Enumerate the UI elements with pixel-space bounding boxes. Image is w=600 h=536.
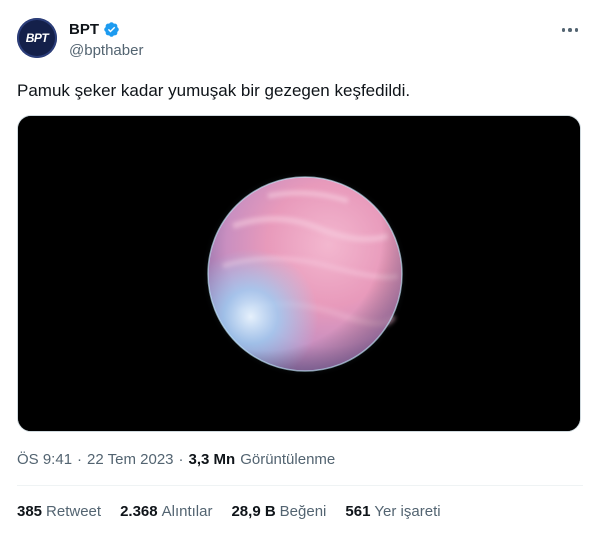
tweet-media-image[interactable] <box>17 115 581 432</box>
more-options-icon[interactable] <box>560 22 580 38</box>
tweet-text: Pamuk şeker kadar yumuşak bir gezegen ke… <box>17 81 411 100</box>
verified-badge-icon <box>103 21 120 38</box>
views-label: Görüntülenme <box>240 451 336 468</box>
stat-label: Alıntılar <box>161 503 213 520</box>
views-count: 3,3 Mn <box>188 451 236 468</box>
stat-label: Retweet <box>46 503 102 520</box>
tweet-date[interactable]: 22 Tem 2023 <box>87 451 173 468</box>
display-name-text: BPT <box>69 21 99 38</box>
meta-separator: · <box>178 451 184 468</box>
author-name[interactable]: BPT <box>69 21 120 38</box>
author-handle[interactable]: @bpthaber <box>69 42 143 59</box>
avatar-logo-text: BPT <box>25 31 49 45</box>
stat-count: 2.368 <box>120 503 158 520</box>
meta-separator: · <box>77 451 83 468</box>
stat-label: Beğeni <box>279 503 327 520</box>
stat-count: 28,9 B <box>231 503 276 520</box>
tweet-meta: ÖS 9:41 · 22 Tem 2023 · 3,3 Mn Görüntüle… <box>17 451 335 468</box>
retweets-stat[interactable]: 385 Retweet <box>17 503 101 520</box>
stat-count: 385 <box>17 503 43 520</box>
planet-image <box>18 116 580 431</box>
bookmarks-stat[interactable]: 561 Yer işareti <box>345 503 440 520</box>
avatar[interactable]: BPT <box>17 18 57 58</box>
stat-count: 561 <box>345 503 371 520</box>
tweet-time[interactable]: ÖS 9:41 <box>17 451 72 468</box>
stat-label: Yer işareti <box>374 503 441 520</box>
likes-stat[interactable]: 28,9 B Beğeni <box>231 503 326 520</box>
quotes-stat[interactable]: 2.368 Alıntılar <box>120 503 212 520</box>
tweet-stats: 385 Retweet 2.368 Alıntılar 28,9 B Beğen… <box>17 503 441 520</box>
divider <box>17 485 583 486</box>
